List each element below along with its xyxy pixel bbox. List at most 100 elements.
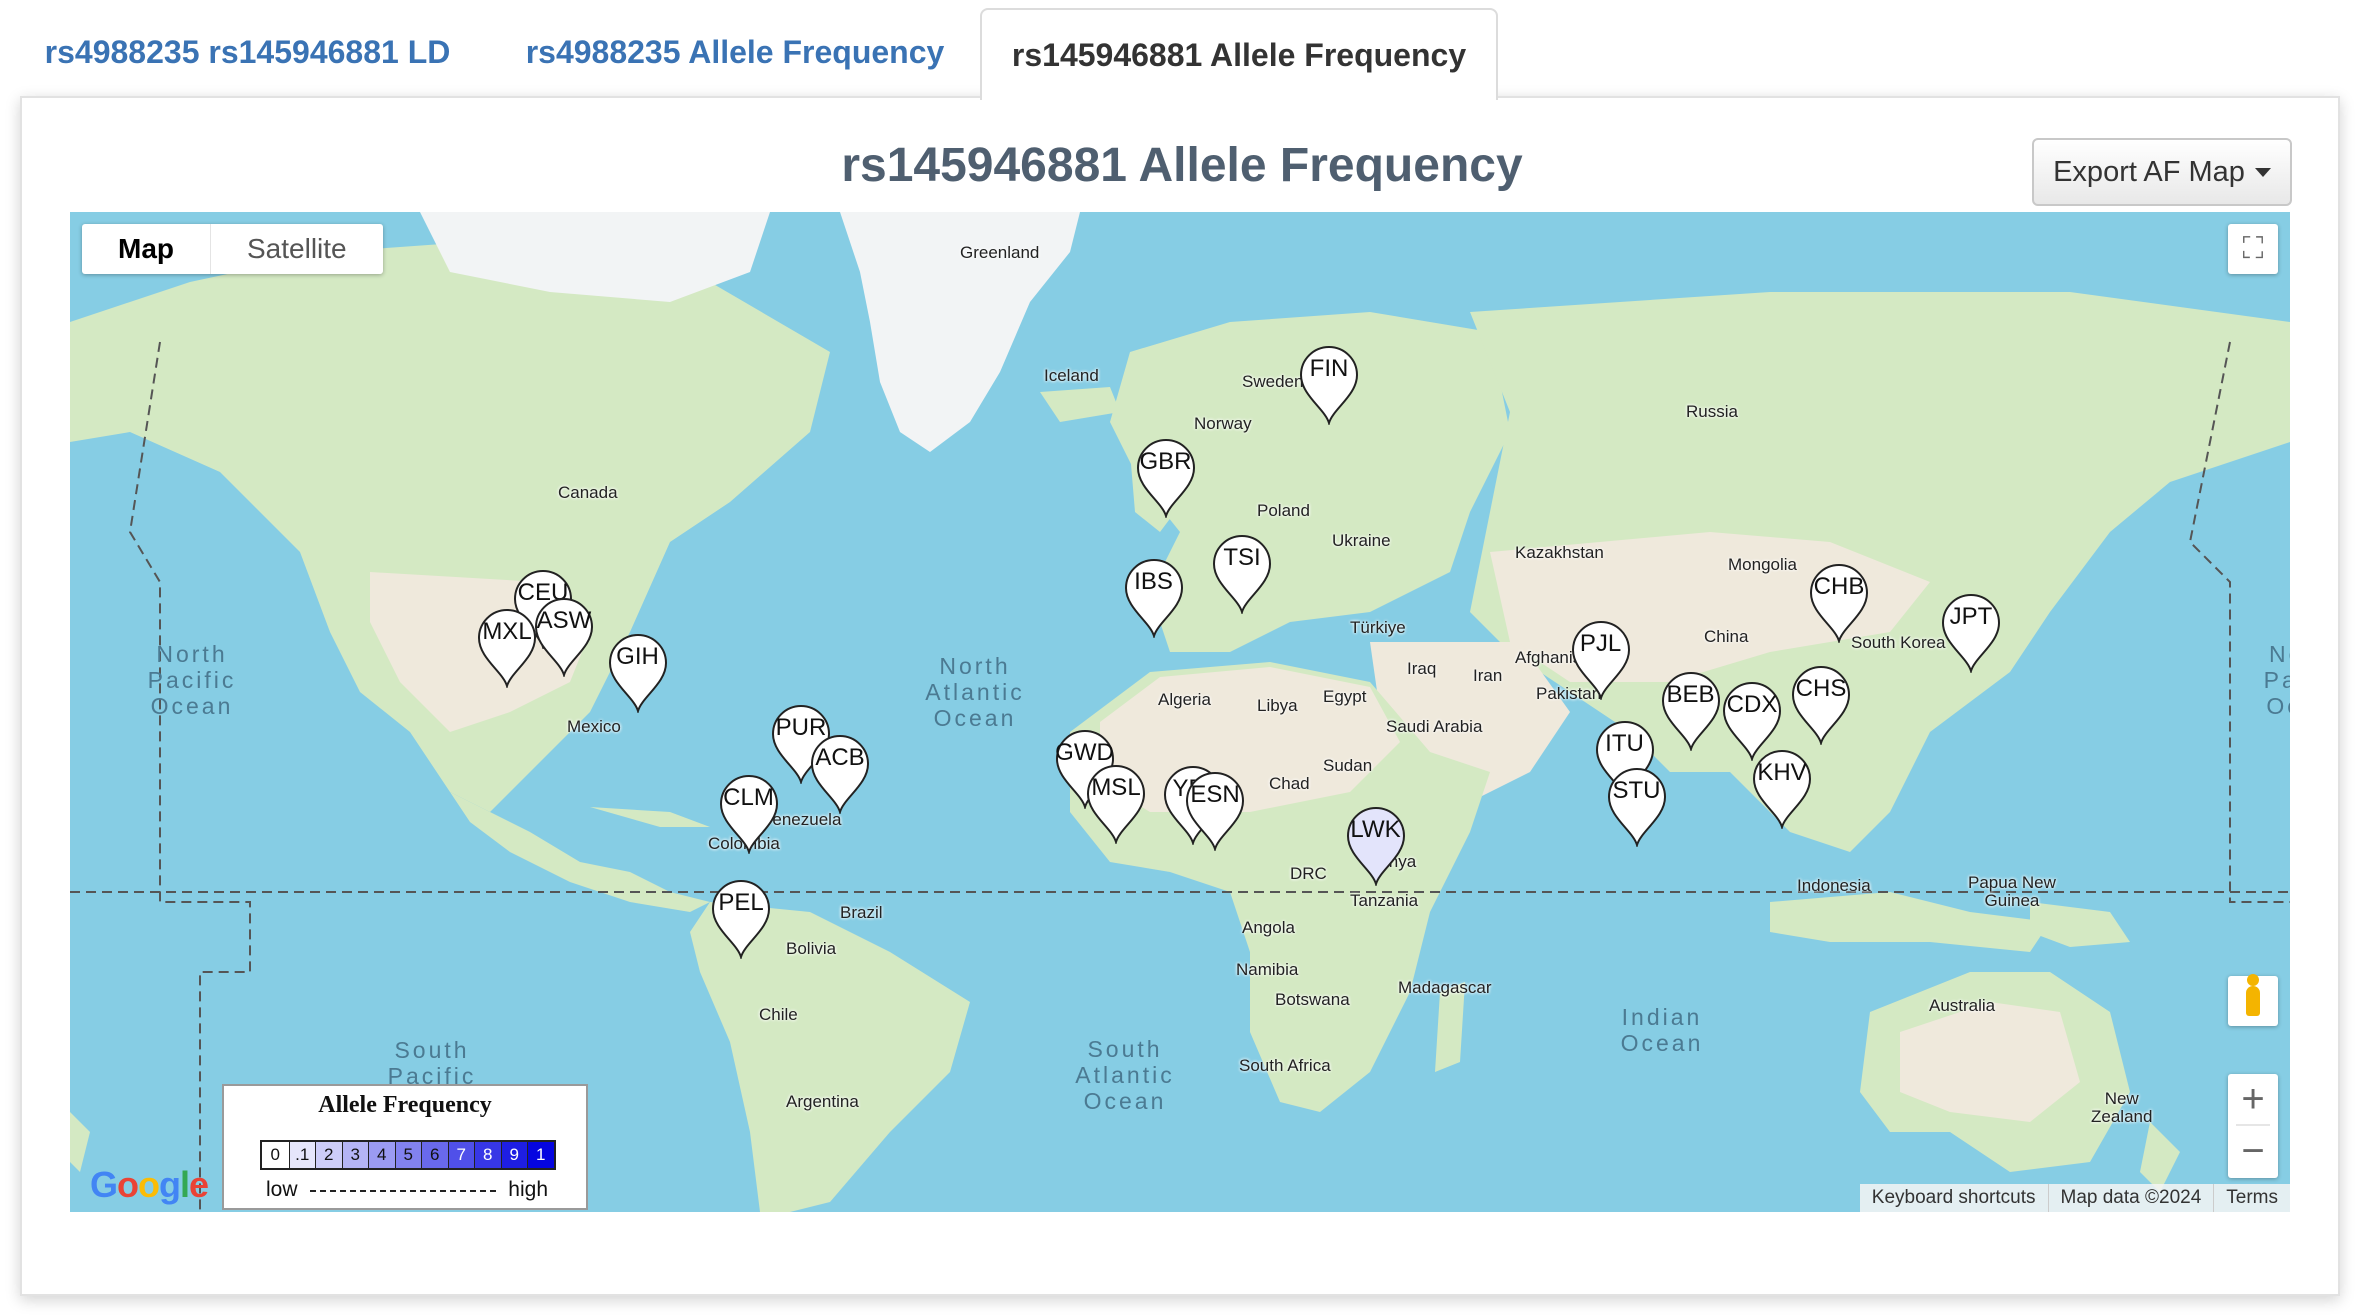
population-marker-pel[interactable]: PEL (709, 877, 773, 959)
map-place-label: South Africa (1239, 1056, 1331, 1075)
population-marker-mxl[interactable]: MXL (475, 606, 539, 688)
map-place-label: Sweden (1242, 372, 1304, 391)
population-code-label: CHS (1795, 674, 1847, 702)
population-marker-chs[interactable]: CHS (1789, 663, 1853, 745)
map-place-label: Norway (1194, 414, 1252, 433)
tab-ld[interactable]: rs4988235 rs145946881 LD (20, 8, 475, 96)
population-code-label: PJL (1579, 629, 1622, 657)
map-type-control: Map Satellite (82, 224, 383, 274)
map-place-label: New Zealand (2091, 1089, 2153, 1126)
tab-rs145946881-allele-frequency[interactable]: rs145946881 Allele Frequency (980, 8, 1498, 100)
population-code-label: STU (1612, 776, 1661, 804)
street-view-pegman-icon[interactable] (2228, 974, 2278, 1026)
map-place-label: Mongolia (1728, 555, 1797, 574)
population-code-label: JPT (1949, 602, 1993, 630)
population-marker-esn[interactable]: ESN (1183, 769, 1247, 851)
legend-swatch: 0 (262, 1142, 289, 1168)
map-place-label: Australia (1929, 996, 1996, 1015)
legend-swatch: 3 (341, 1142, 368, 1168)
map-place-label: Greenland (960, 243, 1040, 262)
map-place-label: Egypt (1323, 687, 1367, 706)
population-code-label: GBR (1139, 448, 1192, 475)
population-code-label: KHV (1757, 758, 1807, 786)
page-title: rs145946881 Allele Frequency (841, 139, 1523, 192)
legend-swatch: 6 (421, 1142, 448, 1168)
population-code-label: ESN (1190, 781, 1240, 808)
legend-swatch: 9 (500, 1142, 527, 1168)
population-marker-beb[interactable]: BEB (1659, 669, 1723, 751)
map-place-label: Saudi Arabia (1386, 717, 1483, 736)
map-place-label: Türkiye (1350, 618, 1406, 637)
terms-link[interactable]: Terms (2213, 1184, 2290, 1212)
population-code-label: FIN (1309, 355, 1349, 382)
legend-high-label: high (508, 1178, 548, 1201)
fullscreen-icon[interactable]: ⛶ (2228, 224, 2278, 274)
map-place-label: Algeria (1158, 690, 1211, 709)
legend-swatch: 4 (368, 1142, 395, 1168)
google-logo: Google (90, 1164, 209, 1205)
population-marker-stu[interactable]: STU (1605, 765, 1669, 847)
ocean-label: Indian Ocean (1620, 1004, 1704, 1056)
population-code-label: MXL (482, 617, 532, 645)
population-code-label: GIH (616, 643, 659, 670)
ocean-label: North Atlantic Ocean (925, 653, 1025, 731)
ocean-label: South Atlantic Ocean (1075, 1035, 1175, 1114)
population-marker-pjl[interactable]: PJL (1569, 618, 1633, 700)
population-code-label: LWK (1350, 815, 1401, 843)
map-attribution: Keyboard shortcuts Map data ©2024 Terms (1859, 1184, 2290, 1212)
new-zealand-islands (2140, 1122, 2180, 1192)
population-marker-gbr[interactable]: GBR (1134, 436, 1198, 518)
export-label: Export AF Map (2053, 155, 2245, 188)
population-code-label: CHB (1813, 572, 1865, 600)
population-marker-lwk[interactable]: LWK (1344, 804, 1408, 886)
ocean-label: North Pacific Ocean (147, 641, 237, 719)
tab-panel: rs145946881 Allele Frequency Export AF M… (20, 96, 2340, 1296)
population-code-label: CLM (723, 784, 774, 811)
map-place-label: Iceland (1044, 366, 1099, 385)
map-place-label: Kazakhstan (1515, 543, 1604, 562)
map-place-label: Indonesia (1797, 876, 1871, 895)
legend-scale: 0.1 2 3 4 5 6 7 8 9 1 (260, 1140, 556, 1170)
allele-frequency-map[interactable]: Map Satellite ⛶ + − Keyboard shortcuts M… (70, 212, 2290, 1212)
zoom-in-button[interactable]: + (2228, 1074, 2278, 1124)
zoom-out-button[interactable]: − (2228, 1126, 2278, 1176)
population-marker-ibs[interactable]: IBS (1122, 556, 1186, 638)
legend-swatch: .1 (288, 1142, 315, 1168)
export-af-map-button[interactable]: Export AF Map (2032, 138, 2292, 206)
tab-rs4988235-allele-frequency[interactable]: rs4988235 Allele Frequency (500, 8, 970, 96)
population-code-label: PEL (718, 889, 764, 916)
population-code-label: ITU (1605, 730, 1644, 757)
new-zealand-west-islands (70, 1112, 90, 1172)
iceland-island (1040, 387, 1120, 422)
population-marker-acb[interactable]: ACB (808, 732, 872, 814)
map-place-label: Iraq (1407, 658, 1437, 678)
map-place-label: Ukraine (1332, 531, 1391, 550)
legend-low-label: low (266, 1178, 298, 1201)
map-place-label: DRC (1290, 864, 1327, 883)
population-marker-msl[interactable]: MSL (1084, 762, 1148, 844)
keyboard-shortcuts-link[interactable]: Keyboard shortcuts (1860, 1184, 2048, 1212)
legend-swatch: 1 (527, 1142, 554, 1168)
caret-down-icon (2254, 167, 2271, 177)
legend-swatch: 7 (447, 1142, 474, 1168)
population-marker-clm[interactable]: CLM (717, 772, 781, 854)
map-type-map-button[interactable]: Map (82, 224, 210, 274)
map-data-label: Map data ©2024 (2047, 1184, 2214, 1212)
tab-bar: rs4988235 rs145946881 LD rs4988235 Allel… (0, 0, 2356, 100)
map-place-label: Madagascar (1398, 978, 1492, 997)
population-marker-jpt[interactable]: JPT (1939, 591, 2003, 673)
population-marker-gih[interactable]: GIH (606, 631, 670, 713)
map-place-label: Botswana (1275, 990, 1350, 1009)
legend-swatch: 8 (474, 1142, 501, 1168)
population-marker-chb[interactable]: CHB (1807, 561, 1871, 643)
population-code-label: TSI (1223, 544, 1261, 571)
population-marker-tsi[interactable]: TSI (1210, 532, 1274, 614)
population-marker-asw[interactable]: ASW (532, 595, 596, 677)
population-code-label: CDX (1726, 691, 1778, 718)
map-place-label: Argentina (786, 1092, 859, 1111)
population-marker-fin[interactable]: FIN (1297, 343, 1361, 425)
legend-swatch: 2 (315, 1142, 342, 1168)
population-marker-khv[interactable]: KHV (1750, 747, 1814, 829)
population-code-label: ASW (536, 607, 592, 634)
map-type-satellite-button[interactable]: Satellite (210, 224, 383, 274)
